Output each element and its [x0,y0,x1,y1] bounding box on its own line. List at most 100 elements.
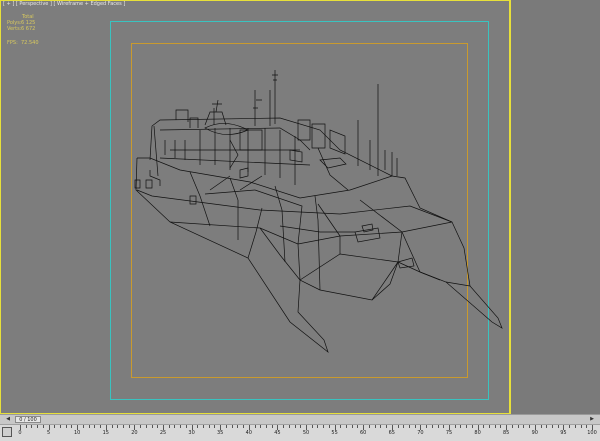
ruler-tick [569,425,571,428]
ruler-tick [368,425,370,428]
ruler-tick [546,425,548,428]
ruler-tick [54,425,56,428]
ruler-tick [174,425,176,428]
ruler-tick [225,425,227,428]
ruler-tick [374,425,376,428]
ruler-tick [265,425,267,428]
ruler-tick [145,425,147,428]
ruler-tick [214,425,216,428]
ruler-tick [574,425,576,428]
ruler-tick-label: 5 [47,430,51,436]
ruler-tick [500,425,502,428]
ruler-tick-label: 25 [159,430,167,436]
ruler-tick [260,425,262,428]
ruler-tick [403,425,405,428]
ruler-tick-label: 80 [474,430,481,436]
ruler-tick [317,425,319,428]
ruler-tick-label: 40 [245,430,252,436]
ruler-tick [117,425,119,428]
ruler-tick [111,425,113,428]
track-bar-ruler[interactable]: 0 5 10 15 20 25 30 35 40 45 50 55 60 65 70 75 80 85 90 95 10… [0,424,600,441]
ruler-tick-label: 30 [188,430,195,436]
arrow-right-icon[interactable]: ▶ [588,416,596,423]
ruler-tick [37,425,39,428]
ruler-tick [380,425,382,428]
ruler-tick [529,425,531,428]
ruler-tick [386,425,388,428]
ruler-tick [100,425,102,428]
ruler-tick [426,425,428,428]
ruler-tick [203,425,205,428]
ruler-tick [42,425,44,428]
ruler-tick [580,425,582,428]
ruler-tick-label: 65 [388,430,395,436]
ruler-tick [340,425,342,428]
ruler-tick [517,425,519,428]
ruler-tick [460,425,462,428]
ruler-tick [88,425,90,428]
ruler-tick [140,425,142,428]
ruler-tick [31,425,33,428]
ruler-tick [25,425,27,428]
ruler-tick [185,425,187,428]
ruler-tick-label: 75 [445,430,453,436]
ruler-tick [128,425,130,428]
ruler-tick [180,425,182,428]
ruler-tick-label: 70 [417,430,424,436]
ruler-tick [357,425,359,428]
ruler-tick [328,425,330,428]
ruler-tick [551,425,553,428]
ruler-tick-label: 0 [18,430,22,436]
ruler-tick [65,425,67,428]
ruler-tick [243,425,245,428]
ruler-tick [94,425,96,428]
ruler-tick [122,425,124,428]
ruler-tick [323,425,325,428]
ruler-tick-label: 35 [217,430,224,436]
ruler-tick [151,425,153,428]
ruler-tick [494,425,496,428]
ruler-tick [540,425,542,428]
ruler-tick-label: 45 [274,430,281,436]
ruler-tick-label: 50 [302,430,310,436]
ruler-tick [489,425,491,428]
ruler-tick-label: 90 [531,430,538,436]
ruler-tick [408,425,410,428]
ruler-tick [466,425,468,428]
ruler-tick [557,425,559,428]
ruler-tick [271,425,273,428]
catamaran-wireframe-model[interactable] [0,0,510,414]
ruler-tick [586,425,588,428]
ruler-tick [511,425,513,428]
ruler-tick [283,425,285,428]
arrow-left-icon[interactable]: ◀ [4,416,12,423]
ruler-tick [483,425,485,428]
ruler-tick [208,425,210,428]
perspective-viewport[interactable]: [ + ] [ Perspective ] [ Wireframe + Edge… [0,0,510,414]
command-panel-area [510,0,600,414]
ruler-tick [443,425,445,428]
time-slider-thumb[interactable]: 0 / 100 [15,416,41,423]
ruler-tick-label: 15 [102,430,109,436]
ruler-tick [414,425,416,428]
ruler-tick [71,425,73,428]
ruler-tick [300,425,302,428]
ruler-tick [431,425,433,428]
ruler-tick [346,425,348,428]
ruler-tick [157,425,159,428]
ruler-tick [168,425,170,428]
ruler-tick [254,425,256,428]
ruler-tick [197,425,199,428]
ruler-tick [351,425,353,428]
key-filter-icon[interactable] [2,427,12,437]
ruler-tick-label: 10 [74,430,81,436]
ruler-tick-label: 85 [503,430,510,436]
ruler-tick [311,425,313,428]
ruler-tick-label: 20 [131,430,138,436]
ruler-tick [82,425,84,428]
ruler-tick [437,425,439,428]
ruler-tick [237,425,239,428]
ruler-tick [60,425,62,428]
ruler-tick-label: 55 [331,430,338,436]
ruler-tick [288,425,290,428]
